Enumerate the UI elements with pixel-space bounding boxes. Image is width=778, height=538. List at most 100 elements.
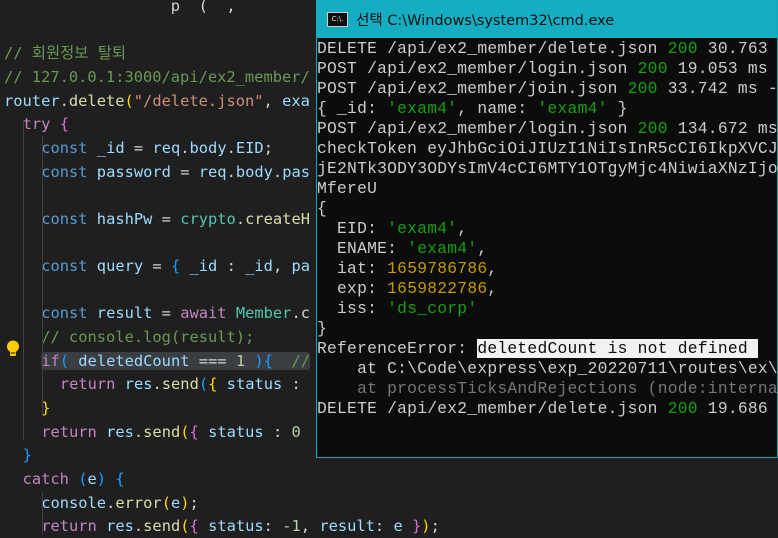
code-line: // 회원정보 탈퇴: [4, 41, 126, 65]
terminal-text: 'exam4': [387, 99, 458, 118]
terminal-line: MfereU: [317, 179, 777, 199]
code-token: .: [272, 162, 283, 181]
code-token: {: [189, 422, 199, 441]
code-token: .c: [291, 304, 310, 323]
code-token: =: [161, 209, 181, 228]
terminal-text: at processTicksAndRejections (node:inter…: [317, 379, 777, 398]
code-token: .: [226, 162, 236, 181]
code-token: (: [180, 517, 190, 536]
code-token: ): [421, 517, 431, 536]
code-token: .: [133, 422, 144, 441]
code-line: const hashPw = crypto.createH: [41, 207, 310, 231]
terminal-text: iat:: [317, 259, 388, 278]
code-token: if: [41, 351, 60, 370]
terminal-text: ENAME:: [317, 239, 408, 258]
code-token: (: [161, 493, 171, 512]
terminal-text: }: [317, 319, 328, 338]
code-line: return res.send({ status: -1, result: e …: [41, 514, 440, 538]
terminal-line: exp: 1659822786,: [317, 279, 777, 299]
code-token: hashPw: [87, 209, 162, 228]
code-token: .: [180, 138, 190, 157]
terminal-text: }: [607, 99, 628, 118]
terminal-text: iss:: [317, 299, 388, 318]
terminal-text: 33.742 ms -: [657, 79, 777, 98]
code-token: ): [245, 351, 264, 370]
terminal-text: ,: [477, 239, 488, 258]
code-token: p ( ,: [4, 0, 264, 15]
terminal-text: 1659822786: [387, 279, 488, 298]
terminal-text: ,: [487, 259, 498, 278]
code-line: // 127.0.0.1:3000/api/ex2_member/: [4, 65, 310, 89]
terminal-line: ReferenceError: deletedCount is not defi…: [317, 339, 777, 359]
cmd-title-bar[interactable]: C:\. 선택 C:\Windows\system32\cmd.exe: [317, 1, 777, 38]
terminal-line: }: [317, 319, 777, 339]
code-line: return res.send({ status :: [60, 372, 301, 396]
code-token: :: [374, 517, 394, 536]
terminal-text: 1659786786: [387, 259, 488, 278]
terminal-text: ReferenceError:: [317, 339, 478, 358]
terminal-text: POST /api/ex2_member/login.json: [317, 59, 638, 78]
code-token: ): [180, 493, 190, 512]
code-line: try {: [23, 112, 69, 136]
code-token: console: [41, 493, 107, 512]
code-token: send: [143, 422, 181, 441]
terminal-text: 'exam4': [407, 239, 478, 258]
code-token: // 127.0.0.1:3000/api/ex2_member/: [4, 67, 310, 86]
terminal-text: 200: [637, 59, 668, 78]
code-token: e: [393, 517, 403, 536]
terminal-line: { _id: 'exam4', name: 'exam4' }: [317, 99, 777, 119]
terminal-text: ,: [457, 219, 468, 238]
cmd-window[interactable]: C:\. 선택 C:\Windows\system32\cmd.exe DELE…: [316, 0, 778, 458]
code-token: (: [198, 375, 209, 394]
code-token: =: [180, 162, 199, 181]
terminal-output[interactable]: DELETE /api/ex2_member/delete.json 200 3…: [317, 39, 777, 419]
code-token: .: [106, 493, 116, 512]
code-token: :: [291, 375, 301, 394]
code-token: req: [152, 138, 181, 157]
terminal-line: at processTicksAndRejections (node:inter…: [317, 379, 777, 399]
selection-highlight: if( deletedCount === 1 ){ //: [41, 351, 311, 370]
code-token: _id: [245, 257, 273, 276]
code-token: status: [217, 375, 292, 394]
code-token: // console.log(result);: [41, 328, 255, 347]
terminal-text: 'exam4': [387, 219, 458, 238]
terminal-line: POST /api/ex2_member/login.json 200 134.…: [317, 119, 777, 139]
terminal-text: {: [317, 199, 328, 218]
code-token: (: [180, 422, 190, 441]
terminal-line: checkToken eyJhbGciOiJIUzI1NiIsInR5cCI6I…: [317, 139, 777, 159]
code-token: status: [198, 517, 264, 536]
code-token: ===: [198, 351, 236, 370]
terminal-text: MfereU: [317, 179, 378, 198]
code-token: const: [41, 162, 88, 181]
code-token: ;: [430, 517, 440, 536]
terminal-line: ENAME: 'exam4',: [317, 239, 777, 259]
code-token: ,: [272, 257, 292, 276]
code-token: {: [170, 257, 181, 276]
terminal-text: { _id:: [317, 99, 388, 118]
terminal-text: exp:: [317, 279, 388, 298]
terminal-text: DELETE /api/ex2_member/delete.json: [317, 399, 668, 418]
terminal-line: iss: 'ds_corp': [317, 299, 777, 319]
terminal-text: 200: [627, 79, 658, 98]
code-token: :: [226, 257, 246, 276]
code-token: pas: [282, 162, 311, 181]
code-token: {: [208, 375, 218, 394]
code-line: return res.send({ status : 0: [41, 420, 301, 444]
indent-guide: [42, 136, 43, 416]
code-token: =: [152, 257, 171, 276]
terminal-text: 200: [667, 39, 698, 58]
code-token: e: [170, 493, 181, 512]
code-token: // 회원정보 탈퇴: [4, 44, 127, 63]
code-token: createH: [245, 209, 310, 228]
code-token: 1: [235, 351, 246, 370]
code-token: Member: [235, 304, 292, 323]
code-token: .: [152, 375, 162, 394]
indent-guide: [42, 492, 43, 534]
code-token: try: [22, 115, 51, 134]
lightbulb-icon[interactable]: [6, 340, 20, 358]
terminal-text: EID:: [317, 219, 388, 238]
terminal-text: 134.672 ms: [667, 119, 777, 138]
indent-guide: [23, 120, 24, 440]
